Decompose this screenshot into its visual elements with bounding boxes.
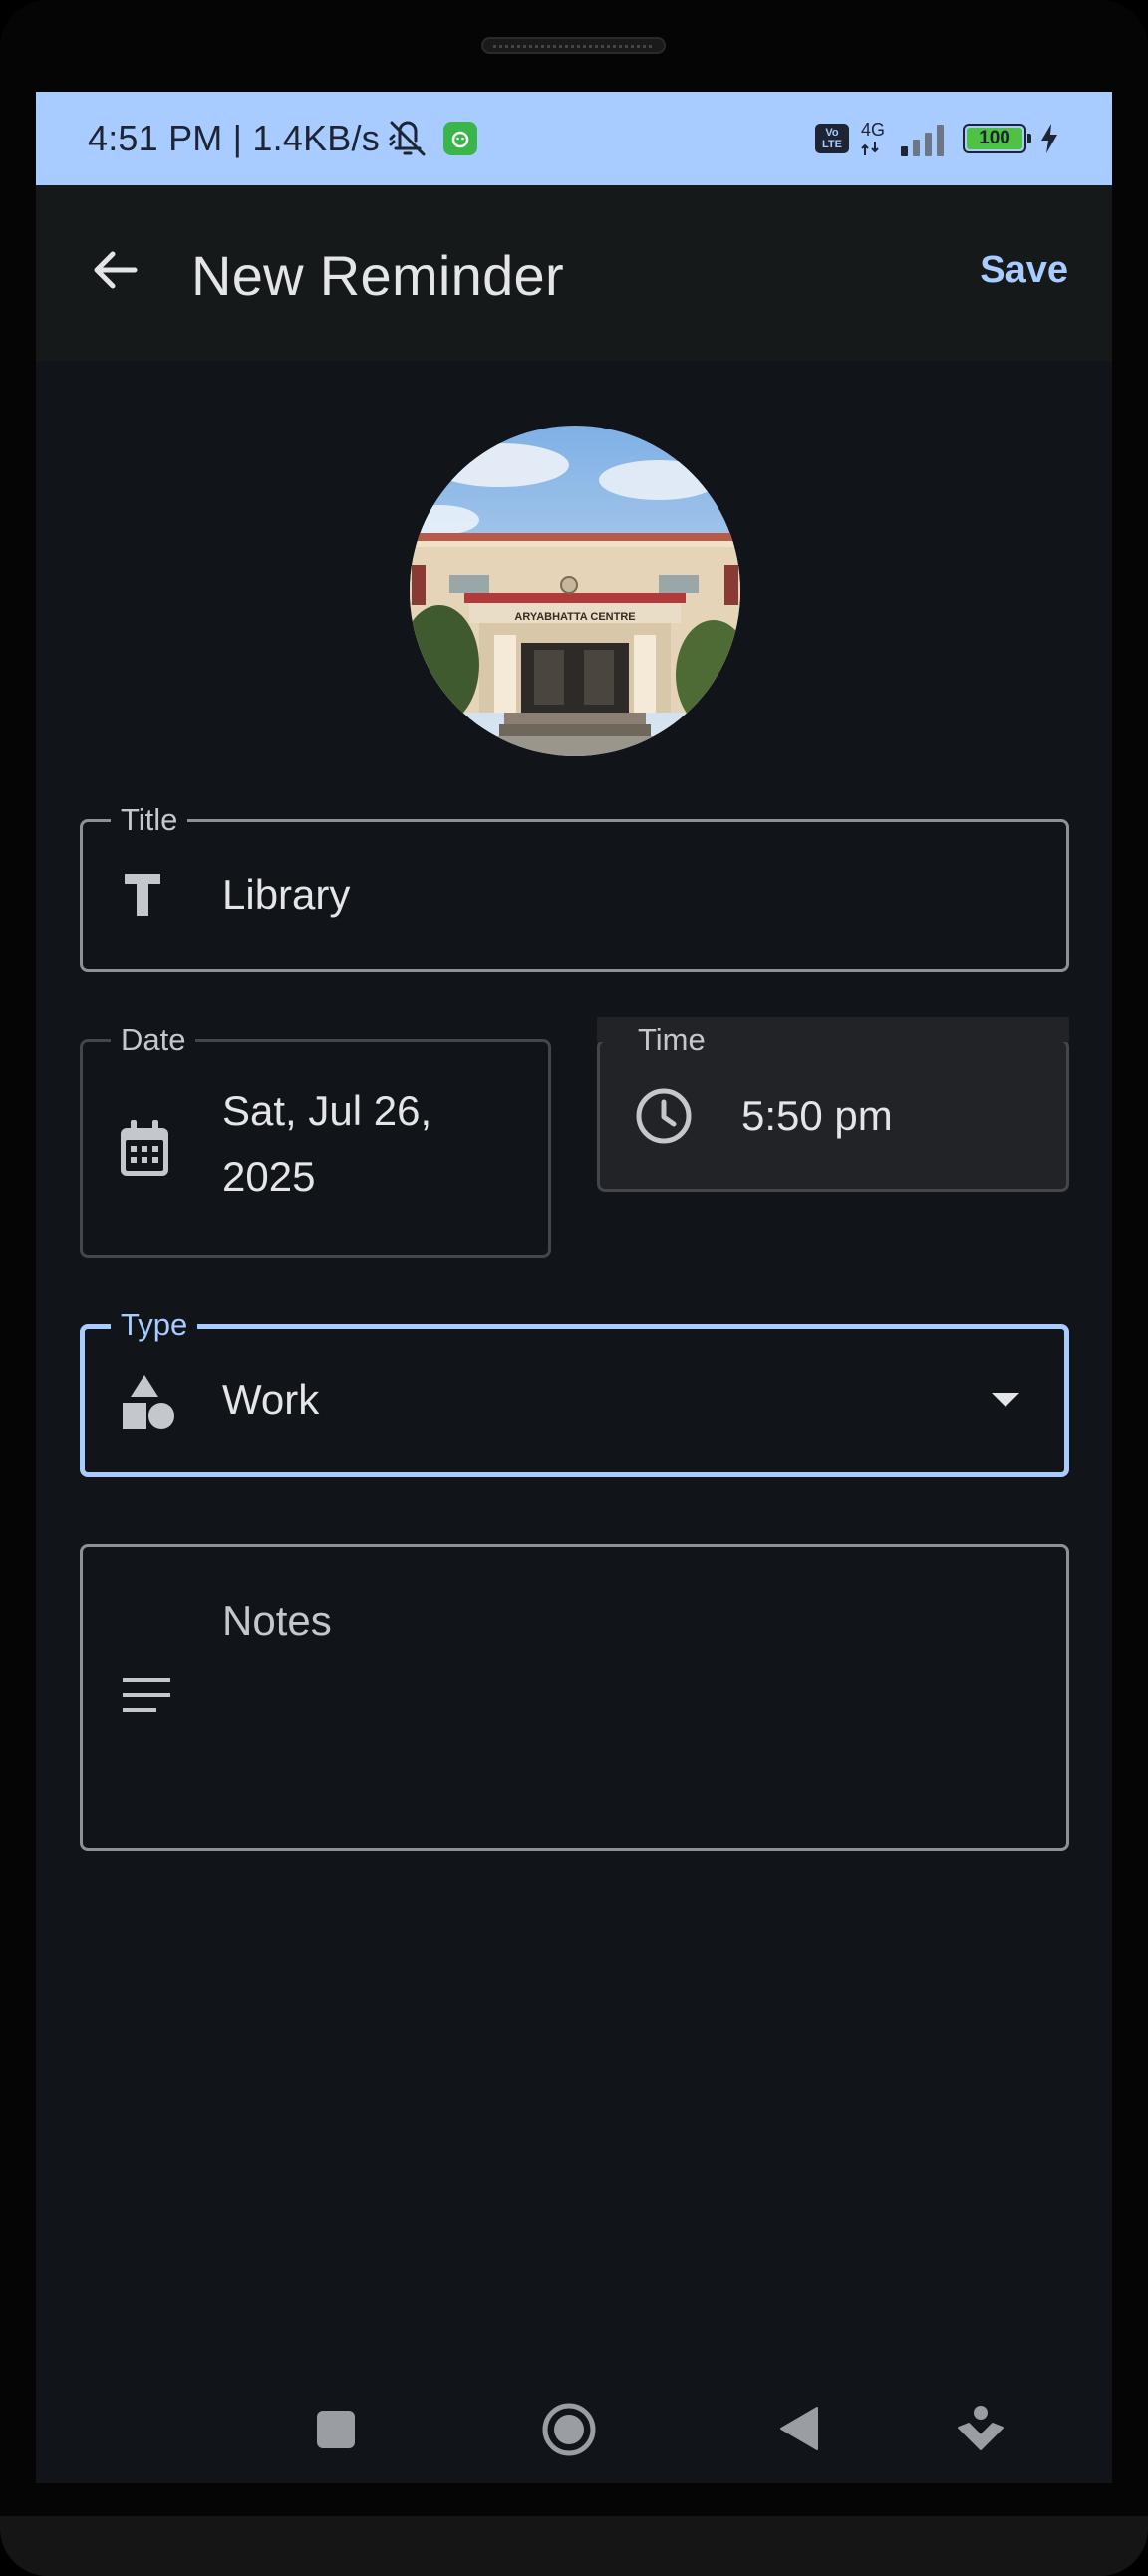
time-field[interactable]: Time 5:50 pm	[597, 1017, 1069, 1192]
status-bar: 4:51 PM | 1.4KB/s Vo LTE 4G 100	[36, 92, 1112, 185]
dropdown-arrow-icon[interactable]	[990, 1391, 1021, 1409]
text-t-icon	[125, 874, 160, 916]
home-circle-icon	[542, 2403, 596, 2456]
back-button[interactable]	[80, 235, 149, 305]
building-photo: ARYABHATTA CENTRE	[410, 426, 740, 756]
signal-icon	[901, 125, 944, 156]
vibrate-off-icon	[389, 121, 426, 156]
charging-icon	[1041, 124, 1057, 153]
screen: 4:51 PM | 1.4KB/s Vo LTE 4G 100 New Remi…	[36, 92, 1112, 2483]
calendar-icon	[121, 1120, 168, 1176]
system-nav-bar	[36, 2374, 1112, 2483]
type-value: Work	[222, 1376, 320, 1423]
network-label: 4G	[861, 120, 886, 140]
network-type: 4G	[861, 120, 887, 155]
arrow-left-icon	[94, 251, 138, 289]
status-time: 4:51 PM | 1.4KB/s	[88, 118, 380, 158]
time-label: Time	[628, 1020, 716, 1060]
title-label: Title	[111, 800, 188, 840]
home-button[interactable]	[541, 2402, 597, 2461]
triangle-back-icon	[780, 2407, 818, 2450]
date-field[interactable]: Date Sat, Jul 26, 2025	[80, 1020, 551, 1258]
phone-speaker	[481, 37, 666, 54]
building-sign: ARYABHATTA CENTRE	[514, 611, 635, 623]
save-button[interactable]: Save	[980, 249, 1068, 292]
square-icon	[317, 2411, 355, 2448]
type-dropdown[interactable]: Type Work	[80, 1305, 1069, 1477]
battery-icon: 100	[963, 124, 1031, 153]
assist-button[interactable]	[957, 2404, 1004, 2457]
date-label: Date	[111, 1020, 196, 1060]
status-icons: Vo LTE 4G 100	[815, 120, 1060, 156]
notes-field[interactable]: Notes	[80, 1544, 1069, 1851]
battery-level: 100	[967, 128, 1022, 149]
page-title: New Reminder	[191, 244, 564, 307]
reminder-image[interactable]: ARYABHATTA CENTRE	[410, 426, 740, 756]
notes-lines-icon	[123, 1678, 170, 1712]
type-label: Type	[111, 1305, 198, 1345]
date-value-line1: Sat, Jul 26,	[222, 1087, 432, 1134]
title-input[interactable]: Library	[222, 862, 350, 928]
recents-button[interactable]	[316, 2410, 356, 2453]
shapes-icon	[123, 1375, 174, 1429]
notes-input[interactable]: Notes	[222, 1588, 332, 1654]
phone-bottom-bezel	[0, 2516, 1148, 2576]
back-nav-button[interactable]	[779, 2406, 819, 2455]
accessibility-down-icon	[958, 2406, 1004, 2450]
clock-icon	[636, 1088, 692, 1144]
phone-frame: 4:51 PM | 1.4KB/s Vo LTE 4G 100 New Remi…	[0, 0, 1148, 2576]
app-bar: New Reminder Save	[36, 185, 1112, 361]
volte-icon: Vo LTE	[815, 124, 849, 153]
app-notification-icon	[442, 122, 477, 155]
date-value-line2: 2025	[222, 1153, 316, 1200]
time-value: 5:50 pm	[741, 1092, 893, 1139]
title-field[interactable]: Title Library	[80, 800, 1069, 972]
